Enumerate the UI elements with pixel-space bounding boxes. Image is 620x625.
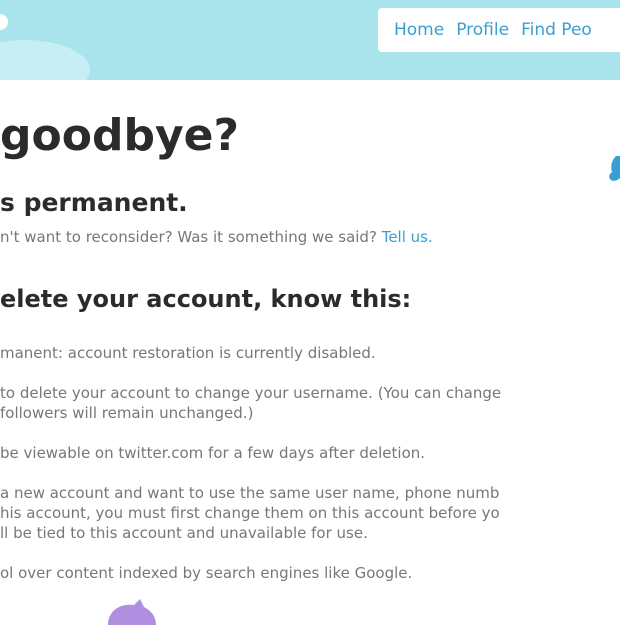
reconsider-text: n't want to reconsider? Was it something… — [0, 228, 433, 246]
purple-bird-icon — [108, 599, 156, 625]
main-content: goodbye? s permanent. n't want to recons… — [0, 80, 620, 625]
header-cloud-decoration — [0, 40, 90, 80]
page-title: goodbye? — [0, 110, 239, 161]
fact-line: followers will remain unchanged.) — [0, 404, 254, 422]
fact-line: manent: account restoration is currently… — [0, 344, 376, 362]
fact-item: to delete your account to change your us… — [0, 383, 501, 423]
fact-line: be viewable on twitter.com for a few day… — [0, 444, 426, 462]
fact-line: to delete your account to change your us… — [0, 384, 502, 402]
fact-item: manent: account restoration is currently… — [0, 343, 376, 363]
logo-icon[interactable] — [0, 14, 8, 30]
fact-item: be viewable on twitter.com for a few day… — [0, 443, 425, 463]
fact-line: his account, you must first change them … — [0, 504, 500, 522]
fact-line: ol over content indexed by search engine… — [0, 564, 413, 582]
tell-us-link[interactable]: Tell us. — [382, 228, 433, 246]
nav-home-link[interactable]: Home — [394, 20, 444, 40]
top-navigation: Home Profile Find Peo — [378, 8, 620, 52]
nav-find-people-link[interactable]: Find Peo — [521, 20, 592, 40]
section-heading: elete your account, know this: — [0, 285, 412, 313]
fact-line: a new account and want to use the same u… — [0, 484, 500, 502]
blue-bird-icon — [609, 156, 620, 181]
nav-profile-link[interactable]: Profile — [456, 20, 509, 40]
fact-item: a new account and want to use the same u… — [0, 483, 500, 543]
page-header: Home Profile Find Peo — [0, 0, 620, 80]
reconsider-question: n't want to reconsider? Was it something… — [0, 228, 377, 246]
fact-line: ll be tied to this account and unavailab… — [0, 524, 368, 542]
fact-item: ol over content indexed by search engine… — [0, 563, 412, 583]
page-subtitle: s permanent. — [0, 188, 188, 217]
